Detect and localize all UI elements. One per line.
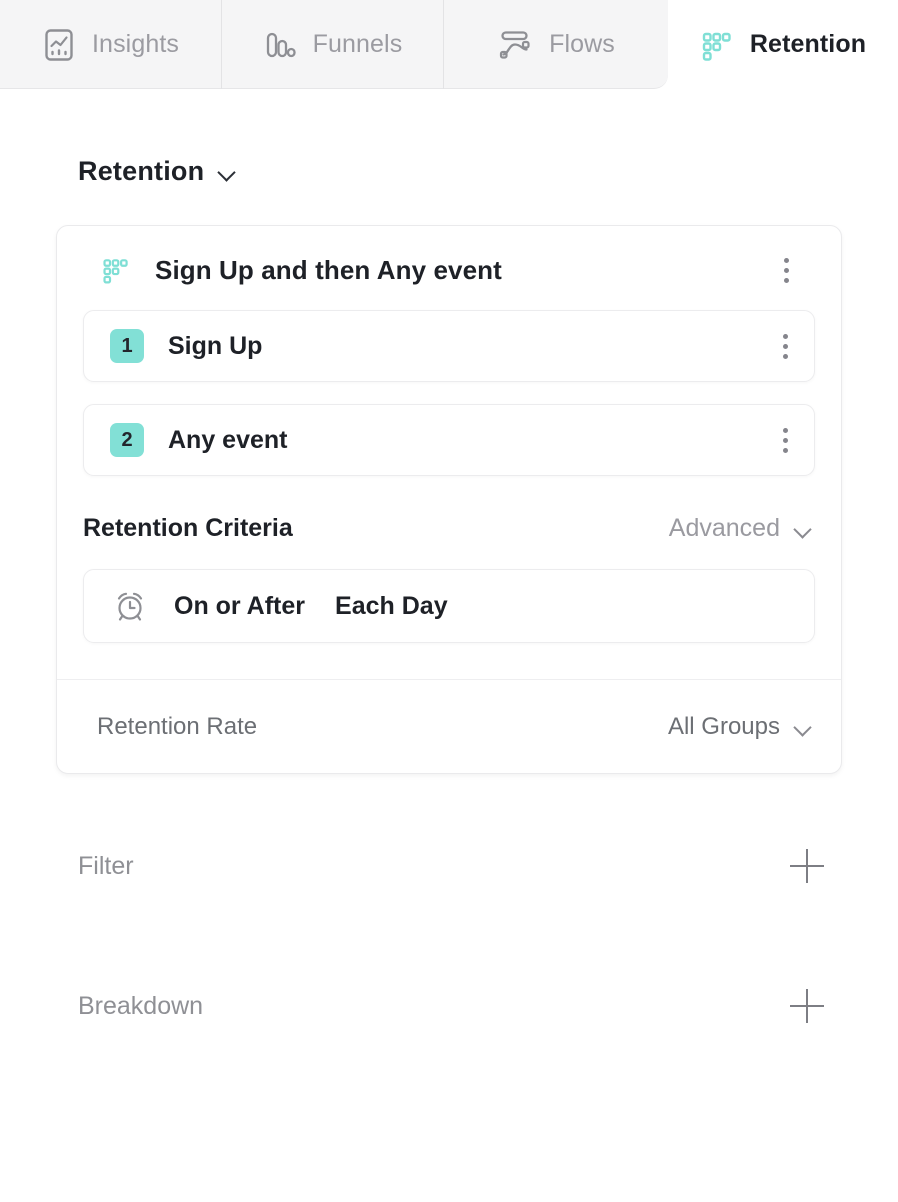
plus-icon[interactable] [790,989,824,1023]
page-title: Retention [78,156,205,186]
criteria-condition-label: On or After [174,591,306,620]
alarm-clock-icon [112,588,148,624]
insights-chart-icon [42,28,76,62]
card-footer: Retention Rate All Groups [57,679,841,773]
kebab-menu-icon[interactable] [770,329,800,363]
step-event-label: Any event [168,425,288,454]
retention-grid-icon [700,28,734,62]
tab-insights[interactable]: Insights [0,0,222,89]
retention-rate-label: Retention Rate [97,712,258,740]
tab-funnels[interactable]: Funnels [222,0,444,89]
step-number-badge: 2 [110,423,144,457]
tab-insights-label: Insights [92,30,179,58]
retention-criteria-condition[interactable]: On or After Each Day [83,569,815,643]
step-event-label: Sign Up [168,331,263,360]
chevron-down-icon [218,166,237,177]
tab-retention-label: Retention [749,30,867,58]
retention-step-2[interactable]: 2 Any event [83,404,815,476]
chevron-down-icon [794,523,813,534]
flows-path-icon [497,28,533,62]
filter-section: Filter [56,826,842,906]
tab-flows[interactable]: Flows [444,0,668,89]
card-header: Sign Up and then Any event [57,226,841,288]
funnels-bars-icon [263,28,297,62]
criteria-mode-dropdown[interactable]: Advanced [669,514,813,543]
plus-icon[interactable] [790,849,824,883]
retention-step-1[interactable]: 1 Sign Up [83,310,815,382]
criteria-period-label: Each Day [335,591,448,620]
main-tab-bar: Insights Funnels Flows Retention [0,0,898,90]
tab-funnels-label: Funnels [312,30,403,58]
groups-dropdown-label: All Groups [667,712,780,740]
tab-flows-label: Flows [549,30,615,58]
retention-definition-card: Sign Up and then Any event 1 Sign Up 2 A… [56,225,842,774]
retention-steps-list: 1 Sign Up 2 Any event [57,288,841,476]
retention-criteria-title: Retention Criteria [83,514,293,542]
kebab-menu-icon[interactable] [770,423,800,457]
page-content: Retention Sign Up and then Any event 1 S… [0,156,898,1046]
page-title-dropdown[interactable]: Retention [78,156,237,187]
step-number-badge: 1 [110,329,144,363]
tab-retention[interactable]: Retention [668,0,898,89]
kebab-menu-icon[interactable] [771,253,801,287]
retention-grid-icon [101,255,131,285]
filter-label: Filter [78,851,134,880]
chevron-down-icon [794,721,813,732]
groups-dropdown[interactable]: All Groups [668,713,813,741]
retention-criteria-header: Retention Criteria Advanced [57,498,841,543]
criteria-mode-label: Advanced [668,514,780,542]
card-title: Sign Up and then Any event [155,254,502,285]
breakdown-section: Breakdown [56,966,842,1046]
breakdown-label: Breakdown [78,991,204,1020]
